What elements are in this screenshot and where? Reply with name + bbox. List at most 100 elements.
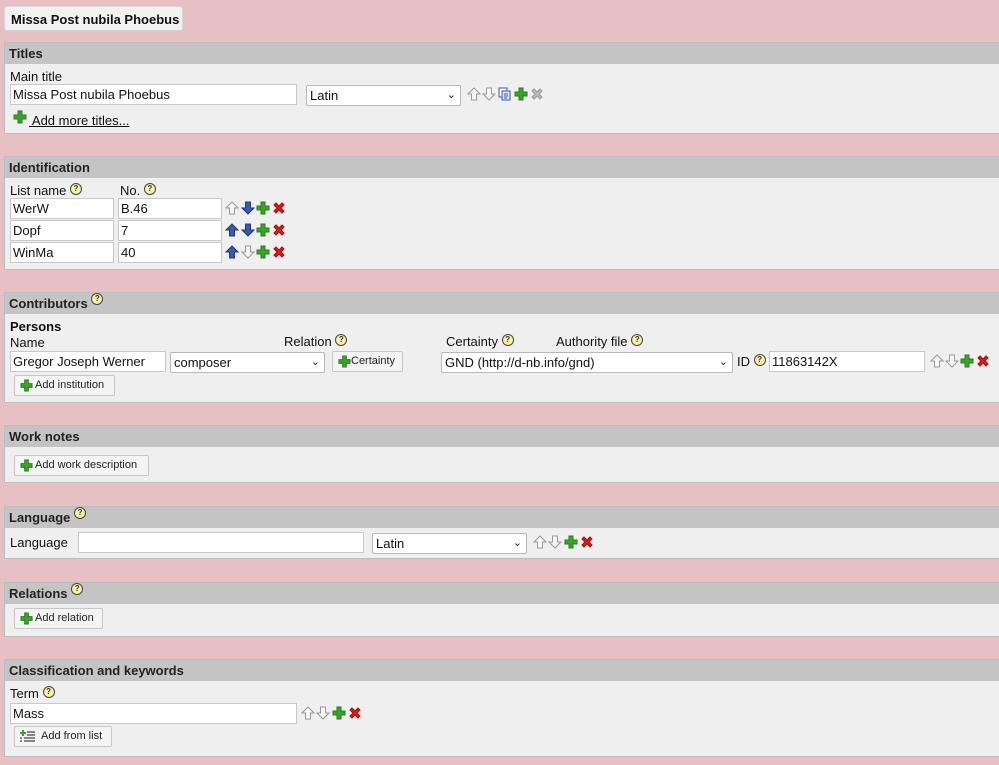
add-work-description-label: Add work description (35, 459, 138, 471)
help-icon[interactable]: ? (501, 334, 514, 346)
chevron-down-icon: ⌄ (512, 537, 522, 549)
move-up-disabled-icon (300, 706, 316, 723)
delete-icon[interactable] (348, 706, 362, 723)
move-down-disabled-icon (240, 245, 256, 262)
work-title-tab[interactable]: Missa Post nubila Phoebus (4, 6, 183, 31)
add-relation-button[interactable]: Add relation (14, 608, 103, 629)
authority-file-label: Authority file ? (556, 334, 644, 349)
language-select[interactable]: Latin ⌄ (372, 533, 527, 554)
number-input[interactable]: 40 (118, 242, 222, 263)
help-icon[interactable]: ? (74, 507, 87, 519)
relations-heading: Relations ? (5, 583, 999, 604)
move-up-disabled-icon (224, 201, 240, 218)
add-icon[interactable] (256, 245, 270, 262)
move-down-disabled-icon (315, 706, 331, 723)
help-icon[interactable]: ? (71, 583, 84, 595)
identification-panel: Identification List name ? No. ? WerW B.… (4, 156, 999, 270)
main-title-label: Main title (10, 69, 63, 84)
person-name-input[interactable]: Gregor Joseph Werner (10, 351, 166, 372)
language-panel: Language ? Language Latin ⌄ (4, 506, 999, 559)
move-down-disabled-icon (481, 87, 497, 104)
work-notes-panel: Work notes Add work description (4, 425, 999, 483)
row-actions (224, 223, 289, 240)
delete-disabled-icon (530, 87, 544, 104)
move-up-disabled-icon (532, 535, 548, 552)
add-from-list-label: Add from list (41, 730, 103, 742)
delete-icon[interactable] (272, 245, 286, 262)
add-work-description-button[interactable]: Add work description (14, 455, 149, 476)
certainty-label: Certainty ? (446, 334, 514, 349)
classification-heading: Classification and keywords (5, 660, 999, 681)
add-icon (20, 459, 33, 472)
term-row-actions (300, 706, 365, 723)
add-icon (20, 612, 33, 625)
help-icon[interactable]: ? (91, 293, 104, 305)
help-icon[interactable]: ? (143, 183, 156, 195)
add-from-list-button[interactable]: Add from list (14, 726, 112, 747)
add-institution-label: Add institution (35, 379, 105, 391)
add-icon (20, 379, 33, 392)
add-icon[interactable] (514, 87, 528, 104)
chevron-down-icon: ⌄ (718, 356, 728, 368)
persons-label: Persons (10, 319, 62, 334)
main-title-input[interactable]: Missa Post nubila Phoebus (10, 84, 297, 105)
row-actions (224, 245, 289, 262)
add-icon[interactable] (564, 535, 578, 552)
move-up-icon[interactable] (224, 245, 240, 262)
language-label: Language (10, 535, 68, 550)
name-label: Name (10, 335, 45, 350)
move-down-icon[interactable] (240, 223, 256, 240)
add-more-titles-label[interactable]: Add more titles... (29, 113, 130, 128)
title-row-actions (466, 87, 547, 104)
chevron-down-icon: ⌄ (310, 356, 320, 368)
term-input[interactable]: Mass (10, 703, 297, 724)
move-down-disabled-icon (547, 535, 563, 552)
move-up-icon[interactable] (224, 223, 240, 240)
title-language-select[interactable]: Latin ⌄ (306, 85, 461, 106)
row-actions (224, 201, 289, 218)
help-icon[interactable]: ? (42, 686, 55, 698)
add-icon[interactable] (960, 354, 974, 371)
list-name-input[interactable]: WinMa (10, 242, 114, 263)
list-add-icon (20, 730, 36, 751)
person-row-actions (929, 354, 994, 371)
relation-select[interactable]: composer ⌄ (170, 352, 325, 373)
help-icon[interactable]: ? (631, 334, 644, 346)
contributors-heading: Contributors ? (5, 293, 999, 314)
add-certainty-label: Certainty (351, 355, 396, 367)
number-label: No. ? (120, 183, 156, 198)
language-text-input[interactable] (78, 532, 364, 553)
copy-icon[interactable] (498, 87, 512, 104)
help-icon[interactable]: ? (70, 183, 82, 195)
id-label: ID ? (737, 354, 766, 369)
delete-icon[interactable] (580, 535, 594, 552)
add-certainty-button[interactable]: Certainty (332, 351, 403, 372)
list-name-input[interactable]: WerW (10, 198, 114, 219)
number-input[interactable]: 7 (118, 220, 222, 241)
number-input[interactable]: B.46 (118, 198, 222, 219)
relations-panel: Relations ? Add relation (4, 582, 999, 637)
move-down-disabled-icon (944, 354, 960, 371)
help-icon[interactable]: ? (335, 334, 348, 346)
add-institution-button[interactable]: Add institution (14, 375, 115, 396)
move-down-icon[interactable] (240, 201, 256, 218)
authority-id-input[interactable]: 11863142X (769, 351, 925, 372)
delete-icon[interactable] (272, 223, 286, 240)
move-up-disabled-icon (466, 87, 482, 104)
add-icon[interactable] (256, 201, 270, 218)
chevron-down-icon: ⌄ (446, 89, 456, 101)
delete-icon[interactable] (976, 354, 990, 371)
add-icon[interactable] (256, 223, 270, 240)
add-icon[interactable] (332, 706, 346, 723)
add-icon (338, 355, 351, 368)
titles-panel: Titles Main title Missa Post nubila Phoe… (4, 42, 999, 134)
move-up-disabled-icon (929, 354, 945, 371)
work-notes-heading: Work notes (5, 426, 999, 447)
authority-file-select[interactable]: GND (http://d-nb.info/gnd) ⌄ (441, 352, 733, 373)
help-icon[interactable]: ? (753, 354, 766, 366)
language-heading: Language ? (5, 507, 999, 528)
delete-icon[interactable] (272, 201, 286, 218)
list-name-input[interactable]: Dopf (10, 220, 114, 241)
relation-label: Relation ? (284, 334, 348, 349)
titles-heading: Titles (5, 43, 999, 64)
